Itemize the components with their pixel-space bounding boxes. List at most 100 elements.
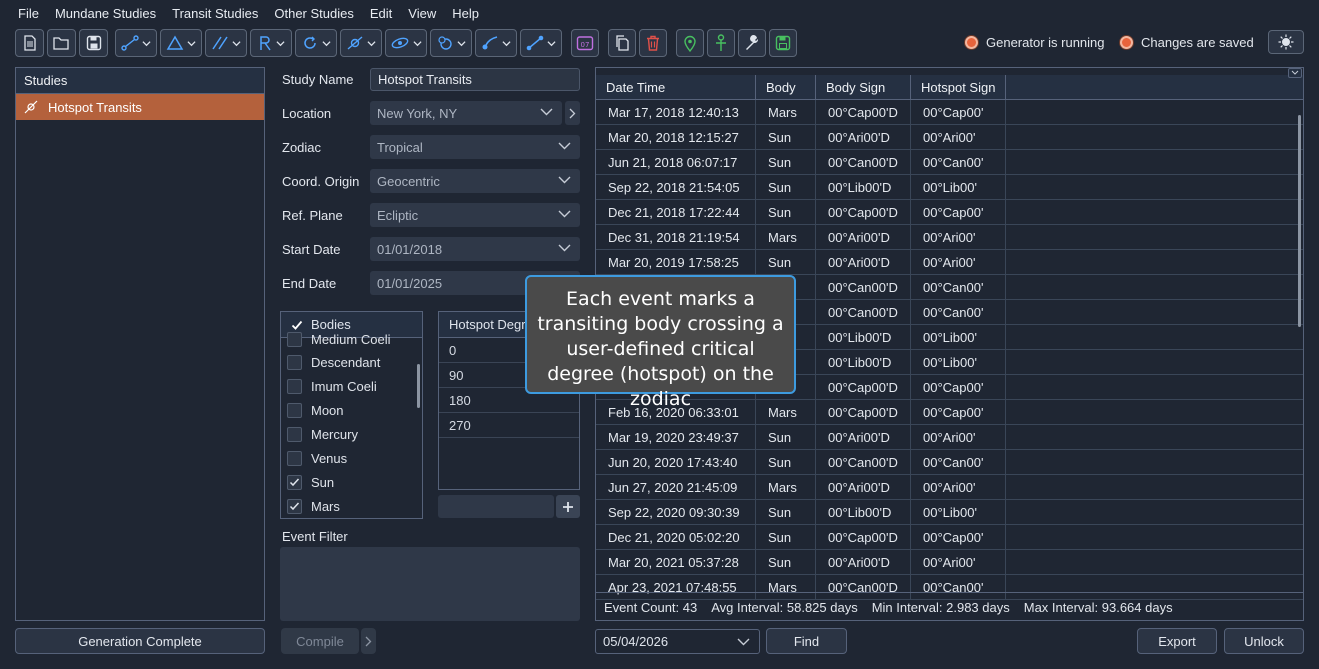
retrograde-button[interactable] (250, 29, 292, 57)
body-checkbox[interactable] (287, 378, 302, 394)
body-checkbox[interactable] (287, 474, 302, 490)
wrench-button[interactable] (738, 29, 766, 57)
triangle-button[interactable] (160, 29, 202, 57)
body-checkbox[interactable] (287, 426, 302, 442)
save-button[interactable] (79, 29, 108, 57)
menu-transit-studies[interactable]: Transit Studies (164, 6, 266, 21)
start-date-picker[interactable]: 01/01/2018 (370, 237, 580, 261)
compile-button[interactable]: Compile (281, 628, 359, 654)
body-item[interactable]: Venus (281, 446, 411, 470)
orbit-button[interactable] (385, 29, 427, 57)
add-hotspot-button[interactable] (556, 495, 580, 518)
column-body[interactable]: Body (756, 75, 816, 100)
menu-help[interactable]: Help (444, 6, 487, 21)
table-row[interactable]: Mar 20, 2019 17:58:25 Sun 00°Ari00'D 00°Ari… (596, 250, 1303, 275)
aspect-lines-button[interactable] (115, 29, 157, 57)
study-item-hotspot-transits[interactable]: Hotspot Transits (16, 94, 264, 120)
find-button[interactable]: Find (766, 628, 847, 654)
location-label: Location (282, 106, 332, 121)
menu-file[interactable]: File (10, 6, 47, 21)
new-file-button[interactable] (15, 29, 44, 57)
column-hotspot-sign[interactable]: Hotspot Sign (911, 75, 1006, 100)
calendar-button[interactable]: 07 (571, 29, 599, 57)
location-pin-button[interactable] (676, 29, 704, 57)
line-points-button[interactable] (520, 29, 562, 57)
body-item[interactable]: Mercury (281, 422, 411, 446)
figure-button[interactable] (707, 29, 735, 57)
table-row[interactable]: Sep 22, 2020 09:30:39 Sun 00°Lib00'D 00°Lib… (596, 500, 1303, 525)
body-checkbox[interactable] (287, 450, 302, 466)
body-checkbox[interactable] (287, 498, 302, 514)
generation-complete-button[interactable]: Generation Complete (15, 628, 265, 654)
copy-button[interactable] (608, 29, 636, 57)
cell-body: Sun (756, 525, 816, 550)
hotspot-degree-input[interactable] (438, 495, 554, 518)
bodies-scrollbar[interactable] (417, 364, 420, 408)
table-row[interactable]: Dec 31, 2018 21:19:54 Mars 00°Ari00'D 00°Ar… (596, 225, 1303, 250)
aspect-lines-icon (121, 35, 139, 51)
save-green-button[interactable] (769, 29, 797, 57)
hotspot-row[interactable]: 270 (439, 413, 579, 438)
table-row[interactable]: Mar 19, 2020 23:49:37 Sun 00°Ari00'D 00°Ari… (596, 425, 1303, 450)
unlock-button[interactable]: Unlock (1224, 628, 1304, 654)
parallel-lines-button[interactable] (205, 29, 247, 57)
curve-button[interactable] (475, 29, 517, 57)
hotspot-button[interactable] (340, 29, 382, 57)
ref-plane-select[interactable]: Ecliptic (370, 203, 580, 227)
open-folder-button[interactable] (47, 29, 76, 57)
zodiac-select[interactable]: Tropical (370, 135, 580, 159)
date-picker[interactable]: 05/04/2026 (595, 629, 760, 654)
table-row[interactable]: Feb 16, 2020 06:33:01 Mars 00°Cap00'D 00°Ca… (596, 400, 1303, 425)
save-green-icon (775, 35, 791, 51)
menu-mundane-studies[interactable]: Mundane Studies (47, 6, 164, 21)
menu-other-studies[interactable]: Other Studies (266, 6, 362, 21)
body-checkbox[interactable] (287, 354, 302, 370)
cell-date-time: Dec 31, 2018 21:19:54 (596, 225, 756, 250)
cell-date-time: Mar 20, 2021 05:37:28 (596, 550, 756, 575)
settings-button[interactable] (1268, 30, 1304, 54)
table-row[interactable]: Sep 22, 2018 21:54:05 Sun 00°Lib00'D 00°Lib… (596, 175, 1303, 200)
column-body-sign[interactable]: Body Sign (816, 75, 911, 100)
body-item[interactable]: Medium Coeli (281, 327, 411, 351)
cell-date-time: Mar 20, 2019 17:58:25 (596, 250, 756, 275)
location-select[interactable]: New York, NY (370, 101, 562, 125)
table-row[interactable]: Dec 21, 2020 05:02:20 Sun 00°Cap00'D 00°Cap… (596, 525, 1303, 550)
cell-date-time: Sep 22, 2018 21:54:05 (596, 175, 756, 200)
eclipse-button[interactable] (430, 29, 472, 57)
table-row[interactable]: Mar 20, 2021 05:37:28 Sun 00°Ari00'D 00°Ari… (596, 550, 1303, 575)
export-button[interactable]: Export (1137, 628, 1217, 654)
event-filter-input[interactable] (280, 547, 580, 621)
body-item[interactable]: Sun (281, 470, 411, 494)
table-row[interactable]: Mar 20, 2018 12:15:27 Sun 00°Ari00'D 00°Ari… (596, 125, 1303, 150)
body-checkbox[interactable] (287, 331, 302, 347)
tooltip: Each event marks a transiting body cross… (525, 275, 796, 410)
summary-bar: Event Count: 43 Avg Interval: 58.825 day… (596, 593, 1303, 621)
menu-edit[interactable]: Edit (362, 6, 400, 21)
coord-origin-label: Coord. Origin (282, 174, 360, 189)
table-row[interactable]: Jun 20, 2020 17:43:40 Sun 00°Can00'D 00°Can… (596, 450, 1303, 475)
table-row[interactable]: Dec 21, 2018 17:22:44 Sun 00°Cap00'D 00°Cap… (596, 200, 1303, 225)
chevron-down-icon (457, 40, 466, 46)
body-checkbox[interactable] (287, 402, 302, 418)
triangle-icon (166, 35, 184, 50)
body-item[interactable]: Moon (281, 398, 411, 422)
study-name-input[interactable]: Hotspot Transits (370, 68, 580, 91)
coord-origin-select[interactable]: Geocentric (370, 169, 580, 193)
menu-view[interactable]: View (400, 6, 444, 21)
body-item[interactable]: Descendant (281, 350, 411, 374)
compile-options-button[interactable] (361, 628, 376, 654)
table-scrollbar[interactable] (1298, 115, 1301, 327)
table-row[interactable]: Mar 17, 2018 12:40:13 Mars 00°Cap00'D 00°Ca… (596, 100, 1303, 125)
start-date-value: 01/01/2018 (377, 241, 443, 257)
body-item[interactable]: Imum Coeli (281, 374, 411, 398)
delete-button[interactable] (639, 29, 667, 57)
column-menu-button[interactable] (1288, 68, 1302, 78)
location-next-button[interactable] (565, 101, 580, 125)
cycle-button[interactable] (295, 29, 337, 57)
table-row[interactable]: Jun 27, 2020 21:45:09 Mars 00°Ari00'D 00°Ar… (596, 475, 1303, 500)
body-label: Venus (311, 450, 348, 466)
table-row[interactable]: Jun 21, 2018 06:07:17 Sun 00°Can00'D 00°Can… (596, 150, 1303, 175)
column-date-time[interactable]: Date Time (596, 75, 756, 100)
body-item[interactable]: Mars (281, 494, 411, 518)
figure-icon (716, 34, 726, 51)
